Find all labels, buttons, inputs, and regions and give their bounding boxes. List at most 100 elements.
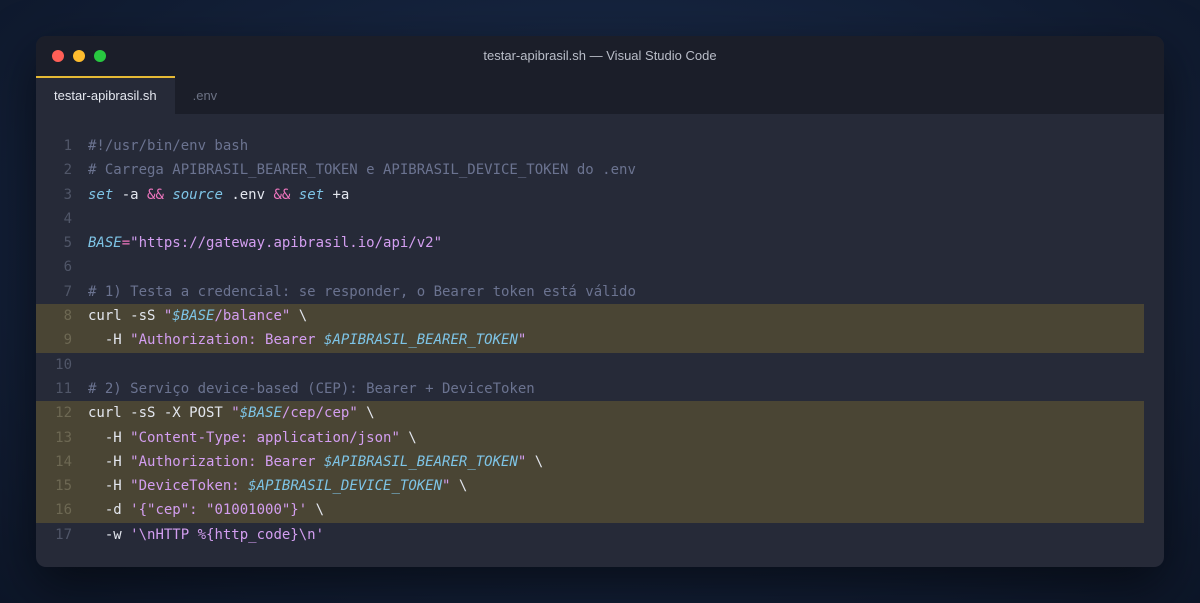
code-text: # 1) Testa a credencial: se responder, o… — [88, 280, 636, 304]
code-line[interactable]: 10 — [36, 353, 1164, 377]
code-text: -H "Authorization: Bearer $APIBRASIL_BEA… — [88, 450, 543, 474]
code-token: # 1) Testa a credencial: se responder, o… — [88, 283, 636, 300]
code-line[interactable]: 6 — [36, 255, 1164, 279]
code-text: -H "Content-Type: application/json" \ — [88, 426, 417, 450]
code-token: '{"cep": "01001000"}' — [130, 502, 308, 519]
code-text: -H "DeviceToken: $APIBRASIL_DEVICE_TOKEN… — [88, 474, 468, 498]
code-token: -d — [88, 502, 131, 519]
code-line[interactable]: 7 # 1) Testa a credencial: se responder, … — [36, 280, 1164, 304]
code-text: # 2) Serviço device-based (CEP): Bearer … — [88, 377, 535, 401]
line-number: 5 — [63, 235, 72, 252]
code-text: # Carrega APIBRASIL_BEARER_TOKEN e APIBR… — [88, 158, 636, 182]
code-text: BASE="https://gateway.apibrasil.io/api/v… — [88, 231, 442, 255]
code-line[interactable]: 12 curl -sS -X POST "$BASE/cep/cep" \ — [36, 401, 1144, 426]
line-number: 9 — [63, 332, 72, 349]
code-line[interactable]: 4 — [36, 207, 1164, 231]
line-number: 7 — [63, 283, 72, 300]
code-text: curl -sS -X POST "$BASE/cep/cep" \ — [88, 401, 375, 425]
line-number: 13 — [55, 429, 72, 446]
code-token: = — [121, 235, 131, 252]
code-token: # Carrega APIBRASIL_BEARER_TOKEN e APIBR… — [88, 162, 636, 179]
code-token: "Content-Type: application/json" — [130, 429, 400, 446]
code-token: -H — [88, 478, 131, 495]
code-line[interactable]: 16 -d '{"cep": "01001000"}' \ — [36, 498, 1144, 523]
code-token: " — [231, 405, 240, 422]
code-token: " — [517, 332, 527, 349]
code-token: curl -sS -X POST — [88, 405, 232, 422]
code-line[interactable]: 11 # 2) Serviço device-based (CEP): Beare… — [36, 377, 1164, 401]
code-token: "DeviceToken: — [130, 478, 249, 495]
line-number: 14 — [55, 453, 72, 470]
code-token: set — [298, 186, 325, 203]
code-token: "Authorization: Bearer — [130, 332, 325, 349]
code-token: -w — [88, 526, 131, 543]
code-token: $APIBRASIL_BEARER_TOKEN — [324, 332, 518, 349]
code-line[interactable]: 17 -w '\nHTTP %{http_code}\n' — [36, 523, 1164, 547]
code-token: /cep/cep" — [281, 405, 358, 422]
code-text: #!/usr/bin/env bash — [88, 134, 248, 158]
code-token: \ — [399, 429, 417, 446]
code-text: set -a && source .env && set +a — [88, 183, 349, 207]
code-token: \ — [450, 478, 468, 495]
code-token: BASE — [88, 235, 122, 252]
code-line[interactable]: 8 curl -sS "$BASE/balance" \ — [36, 304, 1144, 329]
line-number: 8 — [63, 308, 72, 325]
code-text: curl -sS "$BASE/balance" \ — [88, 304, 307, 328]
tab-env[interactable]: .env — [175, 76, 236, 114]
code-token: && — [273, 186, 291, 203]
code-token: set — [88, 186, 114, 203]
code-token: -a — [113, 186, 148, 203]
code-token: "https://gateway.apibrasil.io/api/v2" — [130, 235, 443, 252]
tab-testar-apibrasil-sh[interactable]: testar-apibrasil.sh — [36, 76, 175, 114]
line-number: 10 — [55, 356, 72, 373]
code-editor[interactable]: 1 #!/usr/bin/env bash 2 # Carrega APIBRASIL… — [36, 114, 1164, 547]
code-token: "Authorization: Bearer — [130, 453, 325, 470]
tab-bar: testar-apibrasil.sh .env — [36, 76, 1164, 114]
editor-window: testar-apibrasil.sh — Visual Studio Code… — [36, 36, 1164, 567]
code-token: $BASE — [172, 308, 215, 325]
code-token: /balance" — [214, 308, 291, 325]
code-token: $APIBRASIL_BEARER_TOKEN — [324, 453, 518, 470]
line-number: 3 — [63, 186, 72, 203]
code-text: -H "Authorization: Bearer $APIBRASIL_BEA… — [88, 328, 527, 352]
code-token: && — [147, 186, 164, 203]
code-token: \ — [357, 405, 375, 422]
code-token: curl -sS — [88, 308, 164, 325]
line-number: 15 — [55, 478, 72, 495]
code-token: #!/usr/bin/env bash — [88, 138, 249, 154]
code-token: source — [172, 186, 223, 203]
code-token: .env — [222, 186, 274, 203]
code-token: \ — [307, 502, 325, 519]
line-number: 4 — [63, 210, 72, 227]
code-line[interactable]: 5 BASE="https://gateway.apibrasil.io/api/… — [36, 231, 1164, 255]
line-number: 2 — [63, 162, 72, 179]
window-title: testar-apibrasil.sh — Visual Studio Code — [483, 48, 717, 63]
code-text: -d '{"cep": "01001000"}' \ — [88, 498, 324, 522]
line-number: 6 — [63, 259, 72, 276]
code-token: \ — [290, 308, 308, 325]
code-line[interactable]: 1 #!/usr/bin/env bash — [36, 134, 1164, 158]
code-token: # 2) Serviço device-based (CEP): Bearer … — [88, 380, 535, 397]
code-token: \ — [526, 453, 544, 470]
code-line[interactable]: 9 -H "Authorization: Bearer $APIBRASIL_B… — [36, 328, 1144, 353]
code-line[interactable]: 2 # Carrega APIBRASIL_BEARER_TOKEN e APIB… — [36, 158, 1164, 182]
code-line[interactable]: 14 -H "Authorization: Bearer $APIBRASIL_… — [36, 449, 1144, 475]
title-bar: testar-apibrasil.sh — Visual Studio Code — [36, 36, 1164, 76]
code-token: -H — [88, 453, 131, 470]
code-token: -H — [88, 332, 131, 349]
code-token: '\nHTTP %{http_code}\n' — [130, 526, 325, 543]
code-line[interactable]: 13 -H "Content-Type: application/json" \ — [36, 425, 1144, 450]
code-token: $APIBRASIL_DEVICE_TOKEN — [248, 478, 443, 495]
line-number: 12 — [55, 405, 72, 422]
line-number: 1 — [63, 138, 72, 154]
line-number: 16 — [55, 502, 72, 519]
code-token: +a — [324, 186, 350, 203]
code-line[interactable]: 3 set -a && source .env && set +a — [36, 183, 1164, 207]
code-token: -H — [88, 429, 131, 446]
code-line[interactable]: 15 -H "DeviceToken: $APIBRASIL_DEVICE_TO… — [36, 474, 1144, 499]
code-text: -w '\nHTTP %{http_code}\n' — [88, 523, 324, 547]
code-token: $BASE — [239, 405, 282, 422]
line-number: 11 — [55, 380, 72, 397]
line-number: 17 — [55, 526, 72, 543]
